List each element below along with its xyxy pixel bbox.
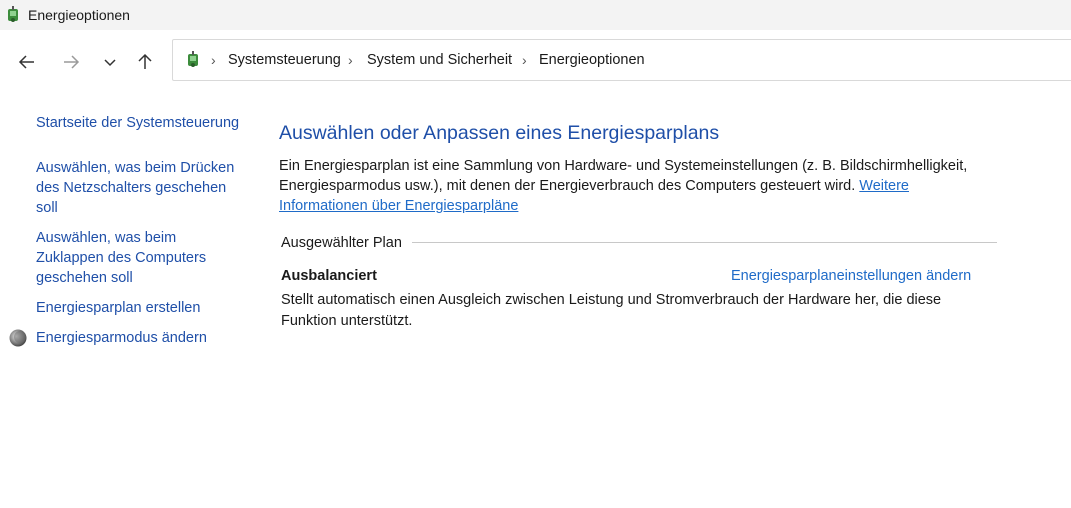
sidebar-link-lid-close[interactable]: Auswählen, was beim Zuklappen des Comput… <box>36 228 226 288</box>
sidebar-link-sleep-mode[interactable]: Energiesparmodus ändern <box>36 328 251 348</box>
power-options-icon <box>8 6 18 22</box>
arrow-up-icon <box>138 53 152 69</box>
chevron-down-icon <box>104 59 116 67</box>
breadcrumb-separator: › <box>211 52 216 68</box>
breadcrumb-separator: › <box>348 52 353 68</box>
breadcrumb-energieoptionen[interactable]: Energieoptionen <box>539 52 645 68</box>
sidebar-link-create-plan[interactable]: Energiesparplan erstellen <box>36 298 251 318</box>
address-bar[interactable]: › Systemsteuerung › System und Sicherhei… <box>172 39 1071 81</box>
breadcrumb-systemsteuerung[interactable]: Systemsteuerung <box>228 52 341 68</box>
breadcrumb-separator: › <box>522 52 527 68</box>
selected-plan-label: Ausgewählter Plan <box>281 235 402 251</box>
window-title: Energieoptionen <box>28 7 130 23</box>
title-bar: Energieoptionen <box>0 0 1071 30</box>
sidebar-link-power-button[interactable]: Auswählen, was beim Drücken des Netzscha… <box>36 158 246 218</box>
arrow-left-icon <box>18 55 34 69</box>
sidebar-link-home[interactable]: Startseite der Systemsteuerung <box>36 113 251 133</box>
navigation-bar: › Systemsteuerung › System und Sicherhei… <box>0 30 1071 91</box>
page-heading: Auswählen oder Anpassen eines Energiespa… <box>279 122 720 144</box>
recent-locations-button[interactable] <box>98 50 122 74</box>
plan-description: Stellt automatisch einen Ausgleich zwisc… <box>281 292 942 329</box>
plan-settings-link[interactable]: Energiesparplaneinstellungen ändern <box>731 268 971 284</box>
forward-button[interactable] <box>59 50 83 74</box>
power-options-icon <box>188 51 198 67</box>
back-button[interactable] <box>15 50 39 74</box>
arrow-right-icon <box>64 55 80 69</box>
page-description: Ein Energiesparplan ist eine Sammlung vo… <box>279 156 979 216</box>
moon-icon <box>9 329 27 347</box>
up-button[interactable] <box>133 50 157 74</box>
group-divider <box>412 242 997 243</box>
plan-name: Ausbalanciert <box>281 268 377 284</box>
breadcrumb-system-und-sicherheit[interactable]: System und Sicherheit <box>367 52 512 68</box>
